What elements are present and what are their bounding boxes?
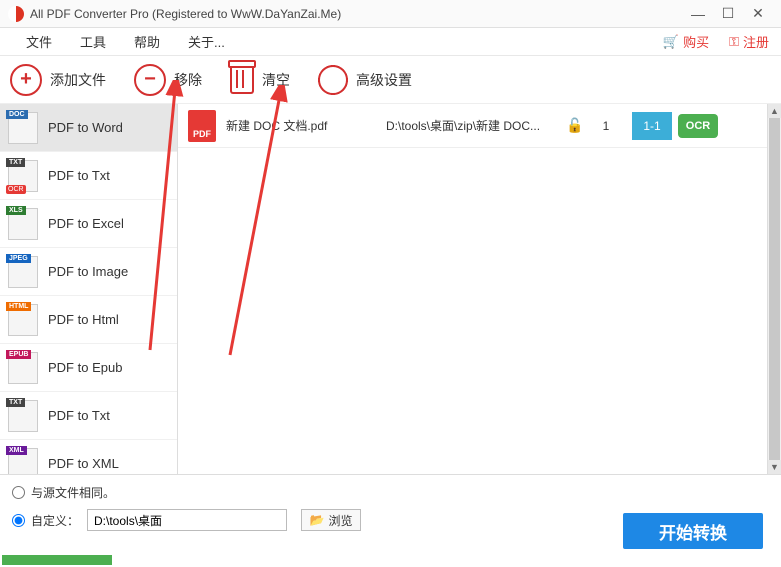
scroll-up-arrow[interactable]: ▲ [768, 104, 781, 118]
vertical-scrollbar[interactable]: ▲ ▼ [767, 104, 781, 474]
buy-link[interactable]: 🛒 购买 [663, 32, 709, 51]
ocr-button[interactable]: OCR [678, 114, 718, 138]
custom-label: 自定义： [31, 512, 79, 529]
file-path: D:\tools\桌面\zip\新建 DOC... [386, 117, 566, 134]
sidebar-item-pdf-to-html[interactable]: HTML PDF to Html [0, 296, 177, 344]
sidebar-item-label: PDF to Word [48, 120, 123, 135]
window-title: All PDF Converter Pro (Registered to WwW… [30, 7, 683, 21]
close-button[interactable]: ✕ [743, 4, 773, 24]
menu-tools[interactable]: 工具 [66, 28, 120, 55]
format-badge: EPUB [8, 352, 38, 384]
sidebar-item-label: PDF to Txt [48, 168, 110, 183]
gear-icon [318, 65, 348, 95]
main-area: DOCPDF to WordTXTOCRPDF to TxtXLSPDF to … [0, 104, 781, 474]
sidebar-item-label: PDF to XML [48, 456, 119, 471]
menu-about[interactable]: 关于... [174, 28, 239, 55]
sidebar-item-pdf-to-image[interactable]: JPEG PDF to Image [0, 248, 177, 296]
sidebar[interactable]: DOC PDF to Word TXTOCR PDF to Txt XLS PDF to … [0, 104, 178, 474]
same-as-source-label: 与源文件相同。 [31, 484, 115, 501]
titlebar: All PDF Converter Pro (Registered to WwW… [0, 0, 781, 28]
progress-bar [2, 555, 112, 565]
format-badge: XLS [8, 208, 38, 240]
minus-icon: − [134, 64, 166, 96]
format-badge: JPEG [8, 256, 38, 288]
sidebar-item-label: PDF to Html [48, 312, 119, 327]
cart-icon: 🛒 [663, 34, 679, 50]
remove-button[interactable]: − 移除 [134, 64, 202, 96]
output-path-input[interactable] [87, 509, 287, 531]
menu-help[interactable]: 帮助 [120, 28, 174, 55]
buy-label: 购买 [683, 32, 709, 51]
settings-button[interactable]: 高级设置 [318, 65, 412, 95]
add-file-button[interactable]: + 添加文件 [10, 64, 106, 96]
scroll-down-arrow[interactable]: ▼ [768, 460, 781, 474]
folder-icon: 📂 [310, 513, 325, 527]
file-list: PDF 新建 DOC 文档.pdf D:\tools\桌面\zip\新建 DOC… [178, 104, 781, 474]
format-badge: TXT [8, 400, 38, 432]
custom-radio[interactable] [12, 514, 25, 527]
app-icon [8, 6, 24, 22]
browse-label: 浏览 [328, 512, 352, 529]
sidebar-item-pdf-to-epub[interactable]: EPUB PDF to Epub [0, 344, 177, 392]
sidebar-item-pdf-to-word[interactable]: DOC PDF to Word [0, 104, 177, 152]
menu-file[interactable]: 文件 [12, 28, 66, 55]
menubar: 文件 工具 帮助 关于... 🛒 购买 ⚿ 注册 [0, 28, 781, 56]
settings-label: 高级设置 [356, 70, 412, 90]
sidebar-item-label: PDF to Epub [48, 360, 122, 375]
format-badge: TXTOCR [8, 160, 38, 192]
same-as-source-option[interactable]: 与源文件相同。 [12, 481, 769, 503]
plus-icon: + [10, 64, 42, 96]
format-badge: XML [8, 448, 38, 475]
clear-label: 清空 [262, 70, 290, 90]
start-convert-button[interactable]: 开始转换 [623, 513, 763, 549]
page-range-button[interactable]: 1-1 [632, 112, 672, 140]
clear-button[interactable]: 清空 [230, 66, 290, 94]
maximize-button[interactable]: ☐ [713, 4, 743, 24]
sidebar-item-pdf-to-txt[interactable]: TXTOCR PDF to Txt [0, 152, 177, 200]
sidebar-item-label: PDF to Txt [48, 408, 110, 423]
file-name: 新建 DOC 文档.pdf [226, 117, 386, 134]
trash-icon [230, 66, 254, 94]
register-link[interactable]: ⚿ 注册 [729, 32, 769, 51]
format-badge: DOC [8, 112, 38, 144]
register-label: 注册 [743, 32, 769, 51]
sidebar-item-pdf-to-txt[interactable]: TXT PDF to Txt [0, 392, 177, 440]
toolbar: + 添加文件 − 移除 清空 高级设置 [0, 56, 781, 104]
file-row[interactable]: PDF 新建 DOC 文档.pdf D:\tools\桌面\zip\新建 DOC… [178, 104, 781, 148]
sidebar-item-label: PDF to Image [48, 264, 128, 279]
browse-button[interactable]: 📂 浏览 [301, 509, 361, 531]
remove-label: 移除 [174, 70, 202, 90]
sidebar-item-label: PDF to Excel [48, 216, 124, 231]
scroll-thumb[interactable] [769, 118, 780, 460]
sidebar-item-pdf-to-excel[interactable]: XLS PDF to Excel [0, 200, 177, 248]
add-file-label: 添加文件 [50, 70, 106, 90]
format-badge: HTML [8, 304, 38, 336]
sidebar-item-pdf-to-xml[interactable]: XML PDF to XML [0, 440, 177, 474]
minimize-button[interactable]: — [683, 4, 713, 24]
same-as-source-radio[interactable] [12, 486, 25, 499]
pdf-icon: PDF [188, 110, 216, 142]
key-icon: ⚿ [729, 34, 739, 50]
page-count: 1 [586, 119, 626, 133]
lock-icon: 🔓 [566, 117, 586, 134]
